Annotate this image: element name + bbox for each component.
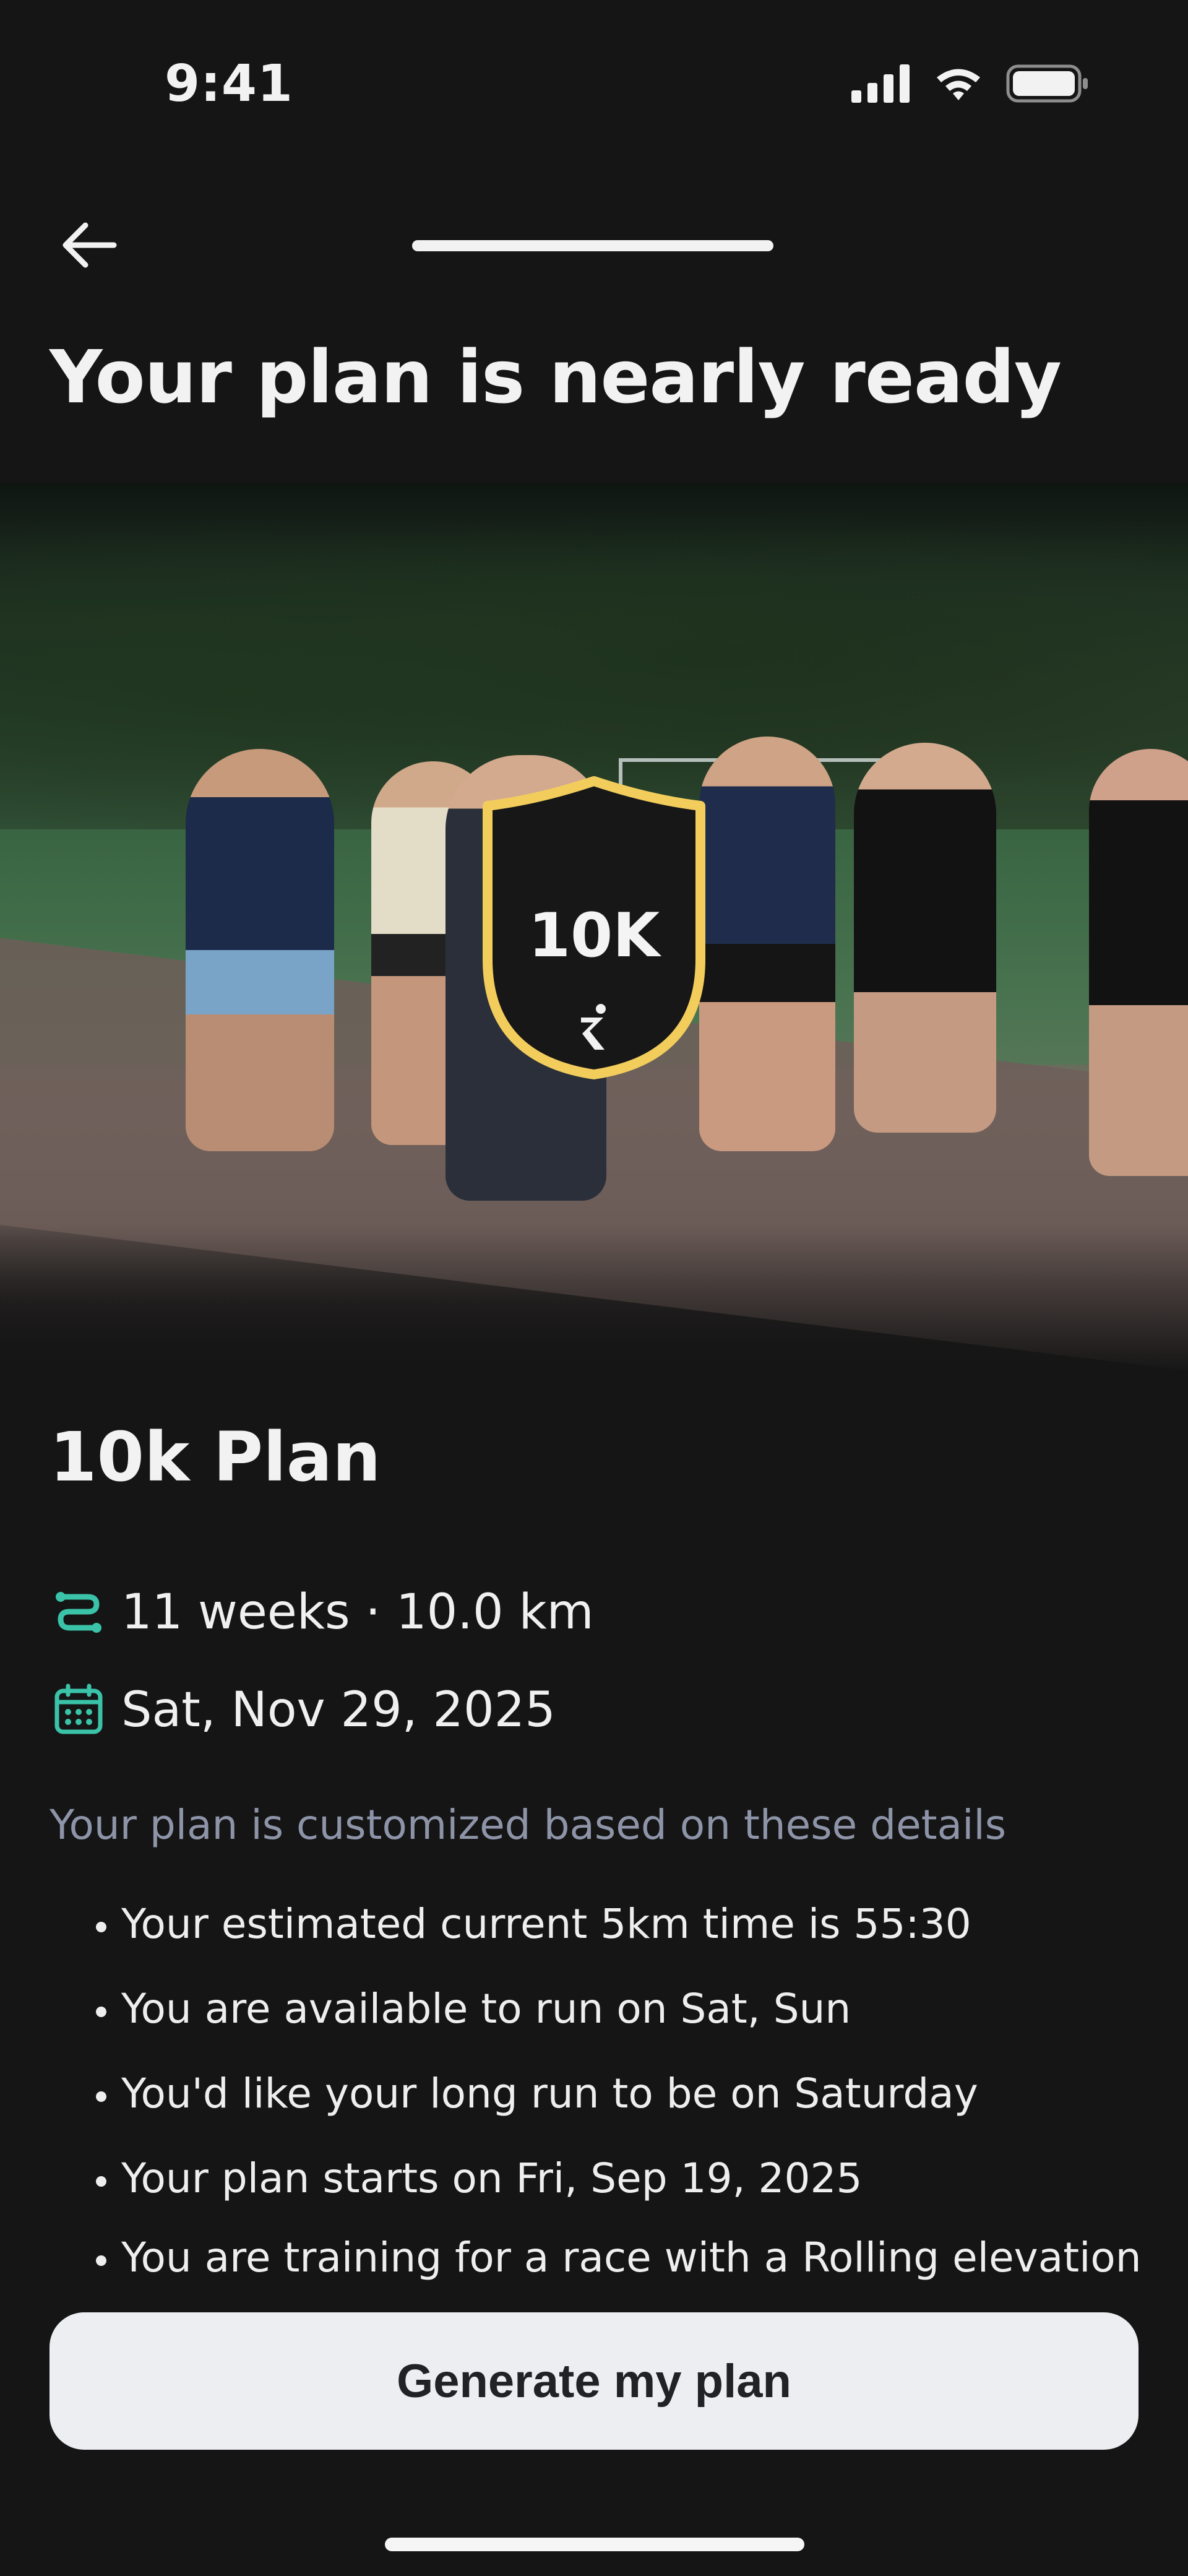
list-item: Your plan starts on Fri, Sep 19, 2025 xyxy=(121,2136,1188,2221)
list-item: You are training for a race with a Rolli… xyxy=(121,2221,1188,2309)
status-icons xyxy=(851,64,1089,103)
runner xyxy=(854,743,996,1133)
duration-distance: 11 weeks · 10.0 km xyxy=(121,1584,594,1640)
generate-plan-button[interactable]: Generate my plan xyxy=(50,2312,1138,2450)
arrow-left-icon xyxy=(62,222,117,268)
runner xyxy=(186,749,334,1151)
list-item: Your estimated current 5km time is 55:30 xyxy=(121,1882,1188,1966)
race-date-row: Sat, Nov 29, 2025 xyxy=(52,1682,556,1738)
hero-fade xyxy=(0,1225,1188,1374)
list-item: You are available to run on Sat, Sun xyxy=(121,1966,1188,2051)
wifi-icon xyxy=(937,69,980,100)
progress-fill xyxy=(412,240,773,251)
race-date: Sat, Nov 29, 2025 xyxy=(121,1682,556,1738)
runner xyxy=(1089,749,1188,1176)
back-button[interactable] xyxy=(58,214,120,276)
status-time: 9:41 xyxy=(165,54,293,113)
onboarding-progress-bar xyxy=(412,240,773,251)
battery-icon xyxy=(1006,64,1088,103)
page-title: Your plan is nearly ready xyxy=(50,334,1062,420)
details-scroll-area[interactable]: Your estimated current 5km time is 55:30… xyxy=(0,1857,1188,2309)
calendar-icon xyxy=(54,1683,103,1734)
plan-title: 10k Plan xyxy=(50,1417,381,1497)
badge-label: 10K xyxy=(528,901,660,971)
plan-details-list: Your estimated current 5km time is 55:30… xyxy=(50,1882,1188,2309)
route-icon xyxy=(56,1592,101,1633)
runner-logo-icon xyxy=(581,1004,606,1050)
list-item: You'd like your long run to be on Saturd… xyxy=(121,2051,1188,2136)
runner xyxy=(699,737,835,1151)
cellular-signal-icon xyxy=(851,64,910,103)
home-indicator xyxy=(385,2538,804,2551)
details-heading: Your plan is customized based on these d… xyxy=(50,1801,1007,1849)
plan-duration-row: 11 weeks · 10.0 km xyxy=(52,1584,594,1640)
